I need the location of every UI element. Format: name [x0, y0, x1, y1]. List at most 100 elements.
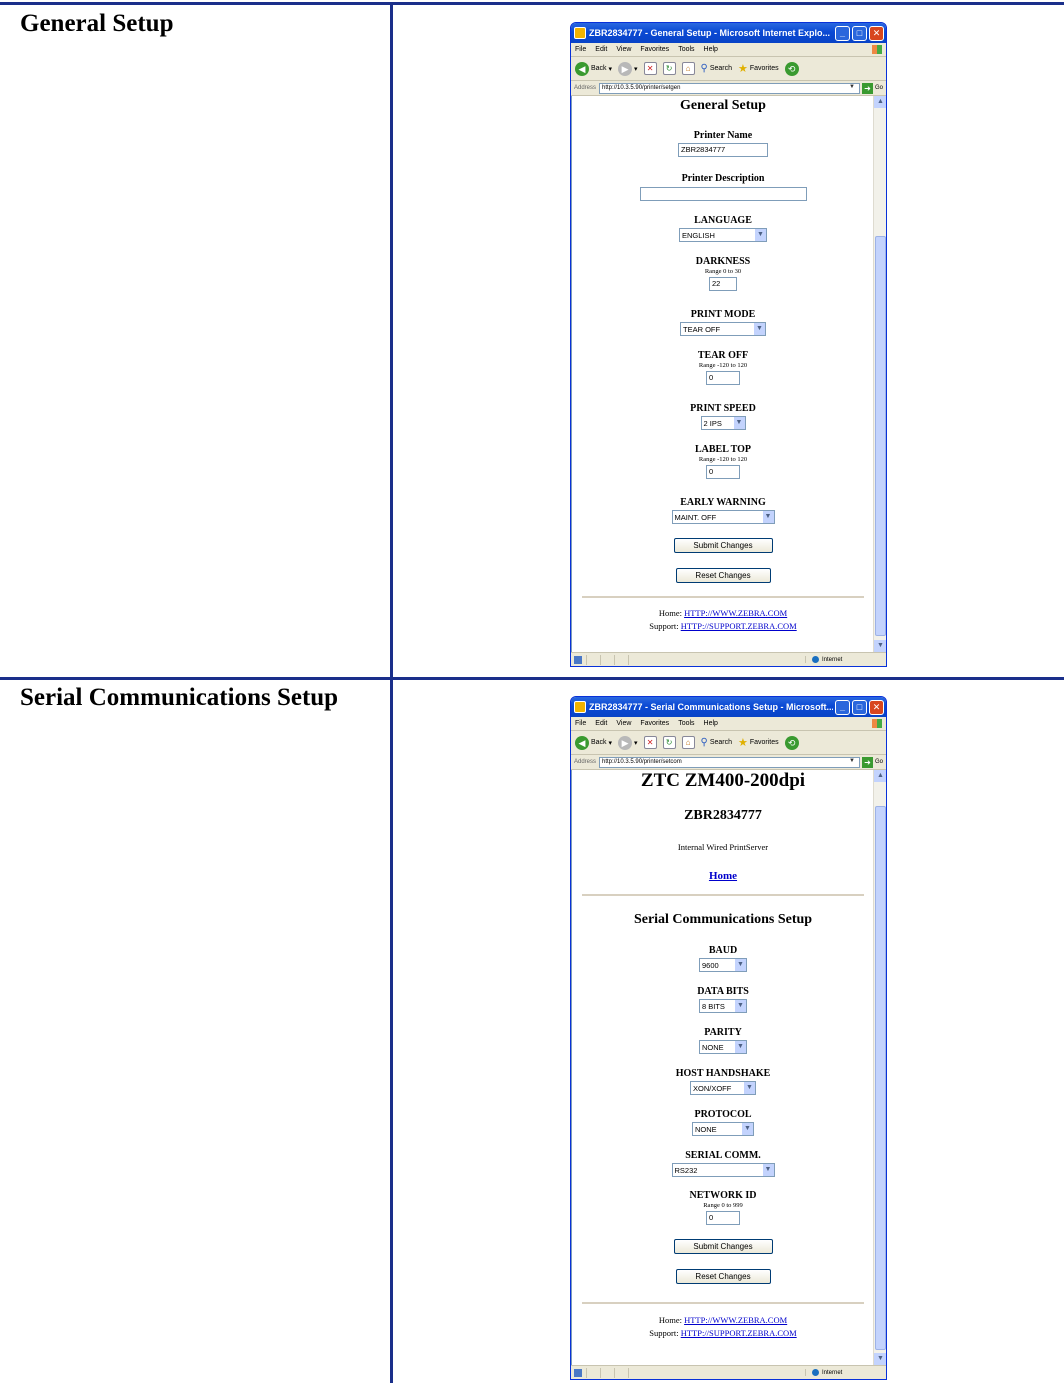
print-speed-select[interactable]: 2 IPS ▼: [700, 416, 746, 430]
label-top-input[interactable]: 0: [706, 465, 740, 479]
language-select[interactable]: ENGLISH ▼: [679, 228, 767, 242]
baud-select[interactable]: 9600 ▼: [699, 958, 747, 972]
tear-off-input[interactable]: 0: [706, 371, 740, 385]
history-button[interactable]: ⟲: [784, 61, 801, 76]
host-handshake-select[interactable]: XON/XOFF ▼: [690, 1081, 756, 1095]
scroll-thumb[interactable]: [875, 806, 886, 1350]
menu-edit[interactable]: Edit: [595, 720, 607, 727]
refresh-icon: ↻: [662, 736, 676, 749]
address-dropdown-icon[interactable]: ▼: [849, 758, 858, 767]
address-dropdown-icon[interactable]: ▼: [849, 84, 858, 93]
menu-help[interactable]: Help: [704, 46, 718, 53]
menu-favorites[interactable]: Favorites: [640, 720, 669, 727]
home-link[interactable]: HTTP://WWW.ZEBRA.COM: [684, 1315, 787, 1325]
close-button[interactable]: ✕: [869, 699, 884, 715]
go-label: Go: [874, 85, 883, 91]
submit-changes-button[interactable]: Submit Changes: [673, 538, 773, 553]
title-bar[interactable]: ZBR2834777 - Serial Communications Setup…: [571, 697, 886, 717]
footer-divider: [582, 596, 864, 598]
footer-home: Home: HTTP://WWW.ZEBRA.COM: [572, 1315, 874, 1325]
printer-description-label: Printer Description: [681, 173, 765, 184]
reset-changes-button[interactable]: Reset Changes: [675, 1269, 771, 1284]
status-cells: [586, 1367, 805, 1378]
support-link[interactable]: HTTP://SUPPORT.ZEBRA.COM: [681, 621, 797, 631]
menu-edit[interactable]: Edit: [595, 46, 607, 53]
page-title: Serial Communications Setup: [633, 912, 813, 927]
go-button[interactable]: ➜ Go: [861, 82, 883, 94]
menu-tools[interactable]: Tools: [678, 720, 694, 727]
print-speed-value: 2 IPS: [703, 418, 722, 428]
go-button[interactable]: ➜ Go: [861, 756, 883, 768]
maximize-button[interactable]: □: [852, 699, 867, 715]
protocol-select[interactable]: NONE ▼: [692, 1122, 754, 1136]
menu-help[interactable]: Help: [704, 720, 718, 727]
history-icon: ⟲: [784, 61, 799, 76]
windows-flag-icon: [872, 719, 882, 728]
forward-button[interactable]: ▶ ▾: [618, 61, 638, 76]
printer-name: ZBR2834777: [684, 808, 762, 823]
forward-button[interactable]: ▶ ▾: [618, 735, 638, 750]
favorites-button[interactable]: ★ Favorites: [738, 62, 779, 75]
printer-name-row: ZBR2834777: [572, 143, 874, 157]
menu-view[interactable]: View: [616, 720, 631, 727]
data-bits-value: 8 BITS: [702, 1001, 725, 1011]
data-bits-select[interactable]: 8 BITS ▼: [699, 999, 747, 1013]
printer-name-label: Printer Name: [693, 130, 753, 141]
menu-tools[interactable]: Tools: [678, 46, 694, 53]
search-button[interactable]: ⚲ Search: [701, 63, 732, 74]
vertical-scrollbar[interactable]: ▲ ▼: [873, 96, 886, 652]
menu-file[interactable]: File: [575, 46, 586, 53]
back-button[interactable]: ◀ Back ▾: [575, 735, 612, 750]
go-arrow-icon: ➜: [861, 756, 873, 768]
print-mode-select[interactable]: TEAR OFF ▼: [680, 322, 766, 336]
parity-label: PARITY: [704, 1027, 742, 1038]
search-label: Search: [709, 739, 733, 746]
vertical-scrollbar[interactable]: ▲ ▼: [873, 770, 886, 1365]
submit-changes-button[interactable]: Submit Changes: [673, 1239, 773, 1254]
minimize-button[interactable]: _: [835, 699, 850, 715]
serial-comm-row: RS232 ▼: [572, 1163, 874, 1177]
refresh-button[interactable]: ↻: [662, 736, 676, 749]
close-button[interactable]: ✕: [869, 25, 884, 41]
refresh-button[interactable]: ↻: [662, 62, 676, 75]
scroll-up-icon[interactable]: ▲: [874, 770, 886, 782]
history-button[interactable]: ⟲: [784, 735, 801, 750]
network-id-input[interactable]: 0: [706, 1211, 740, 1225]
stop-button[interactable]: ✕: [643, 62, 657, 75]
home-link[interactable]: HTTP://WWW.ZEBRA.COM: [684, 608, 787, 618]
early-warning-select[interactable]: MAINT. OFF ▼: [671, 510, 775, 524]
scroll-down-icon[interactable]: ▼: [874, 1353, 886, 1365]
ie-icon: [574, 27, 586, 39]
home-nav-link[interactable]: Home: [709, 870, 737, 882]
address-input[interactable]: http://10.3.5.90/printer/setcom: [599, 756, 860, 768]
minimize-button[interactable]: _: [835, 25, 850, 41]
serial-comm-select[interactable]: RS232 ▼: [671, 1163, 775, 1177]
page-content: ZTC ZM400-200dpi ZBR2834777 Internal Wir…: [572, 770, 874, 1365]
title-bar[interactable]: ZBR2834777 - General Setup - Microsoft I…: [571, 23, 886, 43]
printer-name-input[interactable]: ZBR2834777: [678, 143, 768, 157]
home-button[interactable]: ⌂: [681, 736, 695, 749]
menu-view[interactable]: View: [616, 46, 631, 53]
reset-row: Reset Changes: [572, 1269, 874, 1284]
home-button[interactable]: ⌂: [681, 62, 695, 75]
scroll-thumb[interactable]: [875, 236, 886, 636]
stop-icon: ✕: [643, 736, 657, 749]
scroll-down-icon[interactable]: ▼: [874, 640, 886, 652]
printer-description-input[interactable]: [639, 187, 807, 201]
maximize-button[interactable]: □: [852, 25, 867, 41]
address-input[interactable]: http://10.3.5.90/printer/setgen: [599, 82, 860, 94]
menu-favorites[interactable]: Favorites: [640, 46, 669, 53]
favorites-button[interactable]: ★ Favorites: [738, 736, 779, 749]
menu-file[interactable]: File: [575, 720, 586, 727]
table-top-border: [0, 2, 1064, 5]
back-button[interactable]: ◀ Back ▾: [575, 61, 612, 76]
stop-button[interactable]: ✕: [643, 736, 657, 749]
print-mode-label: PRINT MODE: [690, 309, 756, 320]
support-link[interactable]: HTTP://SUPPORT.ZEBRA.COM: [681, 1328, 797, 1338]
scroll-up-icon[interactable]: ▲: [874, 96, 886, 108]
darkness-input[interactable]: 22: [709, 277, 737, 291]
search-button[interactable]: ⚲ Search: [701, 737, 732, 748]
darkness-row: 22: [572, 277, 874, 291]
reset-changes-button[interactable]: Reset Changes: [675, 568, 771, 583]
parity-select[interactable]: NONE ▼: [699, 1040, 747, 1054]
